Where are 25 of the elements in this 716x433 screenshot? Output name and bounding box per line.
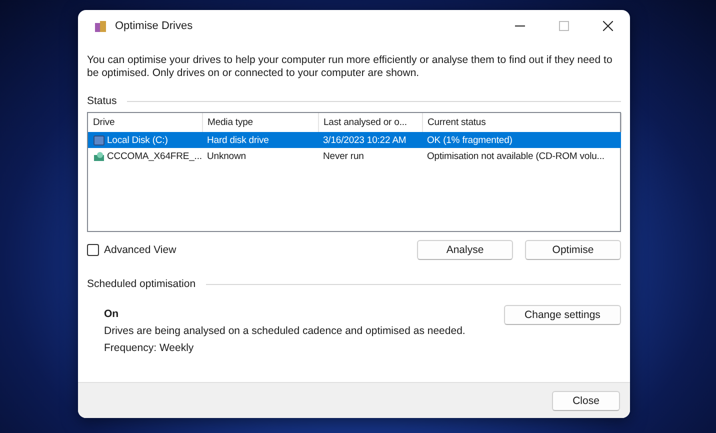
close-icon	[603, 21, 613, 31]
table-cell: Optimisation not available (CD-ROM volu...	[422, 148, 621, 164]
table-cell: Unknown	[202, 148, 318, 164]
window-title: Optimise Drives	[115, 20, 194, 32]
schedule-state: On	[104, 308, 120, 320]
hard-drive-icon	[93, 134, 105, 146]
table-cell: Never run	[318, 148, 422, 164]
disc-drive-icon	[93, 150, 105, 162]
table-cell: 3/16/2023 10:22 AM	[318, 132, 422, 148]
description-text: You can optimise your drives to help your computer run more efficiently or analyse them to find out if they need to be optimised. Only drives on or connected to your computer are shown.	[87, 54, 614, 80]
table-cell[interactable]: CCCOMA_X64FRE_...	[107, 150, 202, 162]
action-button[interactable]: Optimise	[525, 240, 621, 260]
table-cell: Hard disk drive	[202, 132, 318, 148]
table-cell: OK (1% fragmented)	[422, 132, 621, 148]
change-settings-button[interactable]: Change settings	[504, 305, 621, 325]
frequency-text: Frequency: Weekly	[104, 342, 195, 354]
close-dialog-button[interactable]: Close	[552, 390, 620, 410]
schedule-description: Drives are being analysed on a scheduled cadence and optimised as needed.	[104, 325, 466, 337]
section-heading: Status	[87, 95, 117, 107]
checkbox[interactable]	[87, 244, 99, 256]
maximize-icon	[559, 21, 569, 31]
section-heading: Scheduled optimisation	[87, 278, 196, 290]
action-button[interactable]: Analyse	[417, 240, 513, 260]
app-icon	[94, 20, 107, 32]
checkbox-label: Advanced View	[104, 244, 176, 256]
